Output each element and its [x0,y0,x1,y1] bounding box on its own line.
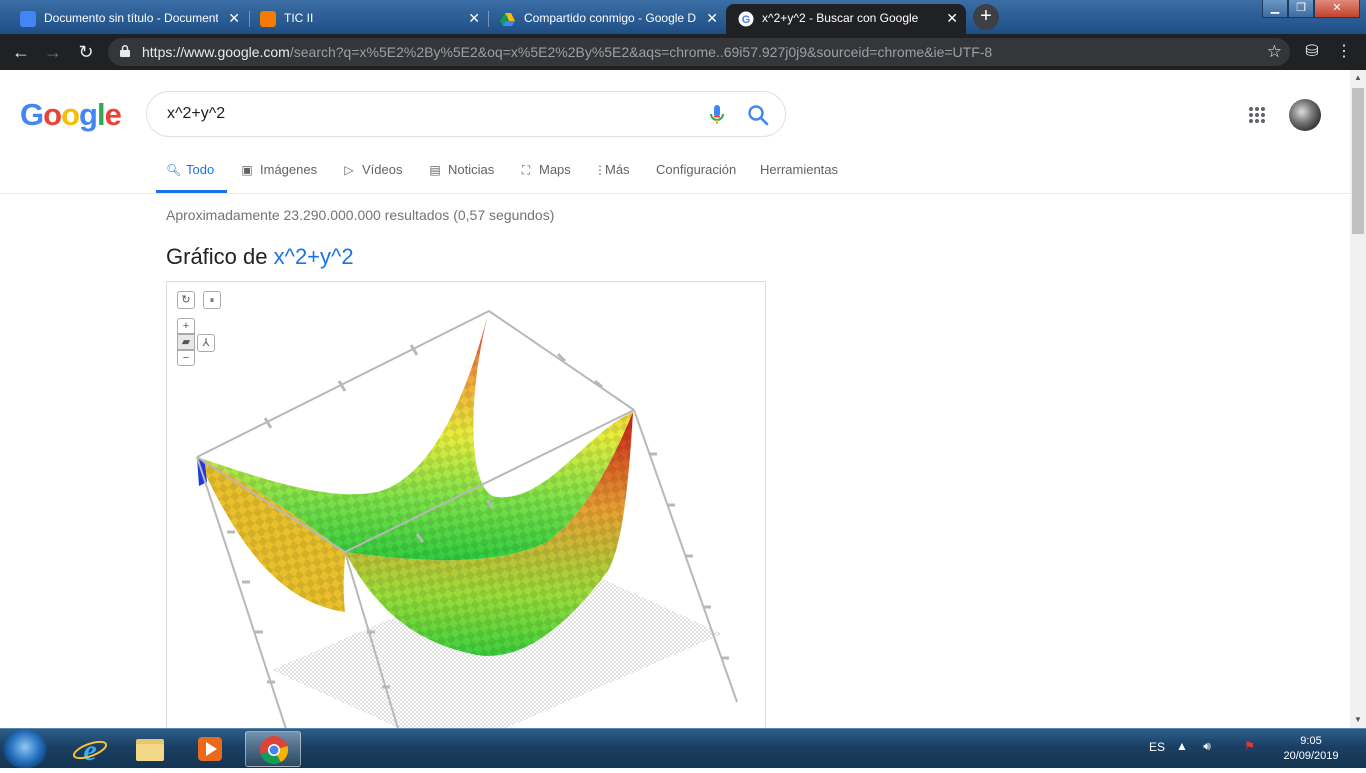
action-center-flag-icon[interactable]: ⚑ [1244,739,1255,753]
tab-configuracion[interactable]: Configuración [656,150,736,193]
tab-title: TIC II [284,11,314,25]
tab-search[interactable]: G x^2+y^2 - Buscar con Google ✕ [726,4,966,34]
forward-button[interactable]: → [41,40,65,64]
tab-label: Vídeos [362,162,403,177]
account-avatar[interactable] [1289,99,1321,131]
clock-date: 20/09/2019 [1283,750,1339,762]
result-stats: Aproximadamente 23.290.000.000 resultado… [166,207,555,223]
3d-graph-widget[interactable]: ↻ ⏸ + ▰ ⅄ − [166,281,766,728]
close-window-button[interactable]: ✕ [1314,0,1360,18]
close-icon[interactable]: ✕ [228,4,240,32]
tab-herramientas[interactable]: Herramientas [760,150,838,193]
close-icon[interactable]: ✕ [946,4,958,32]
blogger-icon [260,11,276,27]
tab-todo[interactable]: 🔍︎ Todo [156,150,227,193]
more-icon: ⋮ [594,163,606,177]
google-icon: G [738,11,754,27]
tab-label: Más [605,162,630,177]
back-button[interactable]: ← [9,40,33,64]
bookmark-star-icon[interactable]: ☆ [1267,38,1282,66]
tab-label: Maps [539,162,571,177]
pause-button[interactable]: ⏸ [203,291,221,309]
page-scrollbar[interactable]: ▲ ▼ [1350,70,1366,728]
internet-explorer-icon[interactable]: e [62,731,118,767]
graph-expression-link[interactable]: x^2+y^2 [274,244,354,269]
scroll-up-arrow[interactable]: ▲ [1350,70,1366,86]
reset-view-button[interactable]: ↻ [177,291,195,309]
video-icon: ▷ [344,163,354,177]
browser-toolbar: ← → ↻ https://www.google.com/search?q=x%… [0,34,1366,70]
tab-docs[interactable]: Documento sin título - Documentos de Goo… [8,4,248,34]
address-bar[interactable]: https://www.google.com/search?q=x%5E2%2B… [108,38,1290,66]
tab-label: Herramientas [760,162,839,177]
language-indicator[interactable]: ES [1149,740,1165,754]
image-icon: ▣ [241,163,253,177]
tab-title: x^2+y^2 - Buscar con Google [762,11,919,25]
svg-text:e: e [83,734,96,767]
volume-icon[interactable]: 🔊︎ [1203,739,1211,753]
axes-icon[interactable]: ⅄ [197,334,215,352]
zoom-out-button[interactable]: − [177,350,195,366]
search-icon[interactable] [747,104,769,126]
tab-maps[interactable]: ⛶ Maps [519,150,571,193]
tab-label: Configuración [656,162,737,177]
url-host: https://www.google.com [142,44,290,60]
search-results-page: Google x^2+y^2 🔍︎ Todo ▣ Imágenes ▷ Vídeos … [0,70,1350,728]
tab-label: Imágenes [260,162,318,177]
graph-title-prefix: Gráfico de [166,244,268,269]
map-icon: ⛶ [521,163,531,177]
svg-text:G: G [742,14,751,26]
url-text: https://www.google.com/search?q=x%5E2%2B… [142,38,1252,66]
search-box[interactable]: x^2+y^2 [146,91,786,137]
tab-title: Compartido conmigo - Google Drive [524,11,696,25]
apps-grid-icon[interactable] [1248,106,1266,124]
docs-icon [20,11,36,27]
search-icon: 🔍︎ [166,163,182,177]
close-icon[interactable]: ✕ [468,4,480,32]
close-icon[interactable]: ✕ [706,4,718,32]
file-explorer-icon[interactable] [122,731,178,767]
search-input[interactable]: x^2+y^2 [167,92,225,136]
system-tray: ▲ 🔊︎ ⚑ [1176,739,1255,754]
graph-title: Gráfico de x^2+y^2 [166,244,354,270]
3d-surface-plot[interactable] [167,282,766,728]
zoom-in-button[interactable]: + [177,318,195,334]
tab-imagenes[interactable]: ▣ Imágenes [240,150,317,193]
tab-noticias[interactable]: ▤ Noticias [428,150,494,193]
microphone-icon[interactable] [707,104,727,126]
windows-taskbar: e ES ▲ 🔊︎ ⚑ 9:05 20/09/2019 [0,728,1366,768]
clock-time: 9:05 [1300,735,1322,747]
maximize-button[interactable]: ❐ [1288,0,1314,18]
start-button[interactable] [3,730,47,768]
media-player-icon[interactable] [182,731,238,767]
tab-tic[interactable]: TIC II ✕ [248,4,488,34]
show-hidden-icons-icon[interactable]: ▲ [1176,739,1188,753]
scroll-thumb[interactable] [1352,88,1364,234]
drive-icon [500,13,515,26]
tab-title: Documento sin título - Documentos de Goo… [44,11,218,25]
tab-label: Todo [186,162,215,177]
search-tabs: 🔍︎ Todo ▣ Imágenes ▷ Vídeos ▤ Noticias ⛶ Maps… [0,150,1350,194]
reload-button[interactable]: ↻ [74,40,98,64]
new-tab-button[interactable]: + [973,4,999,30]
tab-drive[interactable]: Compartido conmigo - Google Drive ✕ [488,4,726,34]
news-icon: ▤ [429,163,441,177]
tab-videos[interactable]: ▷ Vídeos [342,150,402,193]
chrome-icon[interactable] [245,731,301,767]
scroll-down-arrow[interactable]: ▼ [1350,712,1366,728]
minimize-button[interactable]: ▁ [1262,0,1288,18]
tab-mas[interactable]: ⋮Más [594,150,630,193]
menu-kebab-icon[interactable]: ⋮ [1332,40,1356,64]
lock-icon [120,45,130,57]
url-path: /search?q=x%5E2%2By%5E2&oq=x%5E2%2By%5E2… [289,44,993,60]
google-logo[interactable]: Google [20,97,122,133]
system-clock[interactable]: 9:05 20/09/2019 [1276,734,1346,764]
extension-icon[interactable]: ⛁ [1300,40,1324,64]
browser-tab-strip: Documento sin título - Documentos de Goo… [0,0,1366,34]
camera-icon[interactable]: ▰ [177,334,195,350]
tab-label: Noticias [448,162,495,177]
